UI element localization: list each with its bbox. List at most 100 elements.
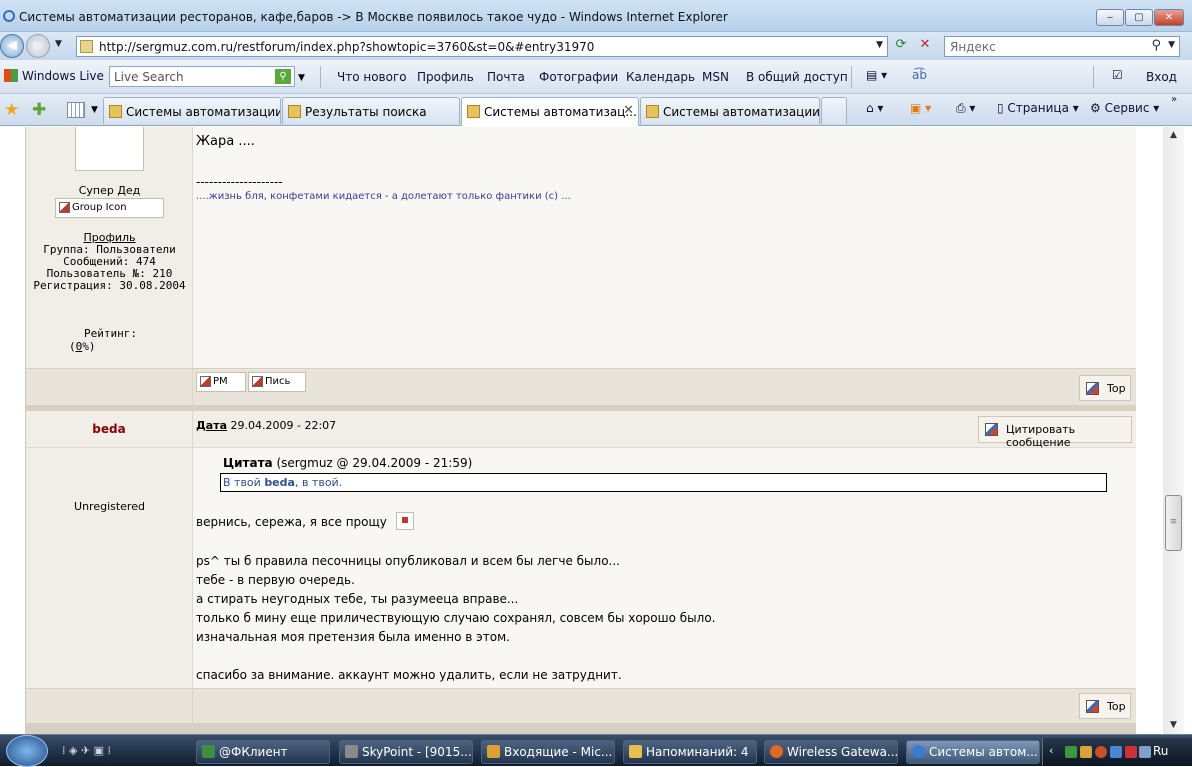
maximize-button[interactable]: ▢: [1125, 9, 1153, 26]
address-bar[interactable]: http://sergmuz.com.ru/restforum/index.ph…: [76, 36, 888, 57]
windows-live-link[interactable]: Windows Live: [4, 69, 104, 83]
top-button[interactable]: Top: [1079, 693, 1131, 719]
scroll-up-icon[interactable]: ▲: [1163, 127, 1184, 144]
toolbar-divider: [320, 66, 321, 88]
vertical-scrollbar[interactable]: ▲ ≡ ▼: [1163, 127, 1184, 734]
forward-button[interactable]: ▶: [26, 34, 50, 58]
taskbar-item-2[interactable]: SkyPoint - [9015...: [339, 740, 473, 764]
language-indicator[interactable]: Ru: [1153, 744, 1168, 758]
live-search-go-icon[interactable]: ⚲: [275, 69, 291, 84]
toolbar-link-share[interactable]: В общий доступ: [746, 70, 848, 84]
toolbar-link-calendar[interactable]: Календарь: [626, 70, 695, 84]
close-window-button[interactable]: ✕: [1154, 9, 1184, 26]
firefox-icon: [770, 745, 783, 758]
tray-expand-icon[interactable]: ‹: [1049, 744, 1053, 757]
page-menu[interactable]: ▯ Страница ▾: [997, 101, 1079, 115]
page-favicon-icon: [80, 40, 93, 53]
tray-app-icon[interactable]: [1125, 746, 1137, 758]
taskbar-item-label: @ФКлиент: [219, 745, 288, 759]
signature-divider: --------------------: [196, 175, 283, 189]
post2-author[interactable]: beda: [26, 411, 193, 447]
toolbar-link-profile[interactable]: Профиль: [417, 70, 474, 84]
taskbar-item-3[interactable]: Входящие - Mic...: [481, 740, 615, 764]
windows-taskbar: ⁞ ◈ ✈ ▣ ⁞ @ФКлиент SkyPoint - [9015... В…: [0, 734, 1192, 767]
search-icon[interactable]: ⚲: [1151, 38, 1161, 53]
search-placeholder: Яндекс: [950, 40, 996, 54]
volume-icon[interactable]: [1139, 746, 1151, 758]
quick-launch-icons[interactable]: ⁞ ◈ ✈ ▣ ⁞: [62, 744, 111, 757]
quote-post-button[interactable]: Цитировать сообщение: [978, 416, 1132, 449]
toolbar-link-msn[interactable]: MSN: [702, 70, 729, 84]
page-menu-label: Страница: [1007, 101, 1069, 115]
history-dropdown-icon[interactable]: ▼: [55, 39, 62, 49]
pm-button[interactable]: PM: [196, 372, 246, 392]
address-dropdown-icon[interactable]: ▼: [876, 40, 883, 50]
print-icon[interactable]: ⎙ ▾: [956, 101, 975, 116]
post2-body: Цитата (sergmuz @ 29.04.2009 - 21:59) В …: [193, 448, 1136, 688]
footer-left-cell: [26, 369, 193, 405]
translate-icon[interactable]: a͡b: [912, 68, 927, 82]
toolbar-link-mail[interactable]: Почта: [487, 70, 525, 84]
close-tab-icon[interactable]: ✕: [623, 103, 634, 118]
toolbar-options-icon[interactable]: ▤ ▾: [866, 68, 887, 82]
tab-label: Результаты поиска: [305, 105, 427, 119]
new-tab-button[interactable]: [821, 97, 847, 124]
post2-line-2: ps^ ты б правила песочницы опубликовал и…: [196, 554, 620, 568]
stop-icon[interactable]: ✕: [916, 37, 934, 55]
tray-app-icon[interactable]: [1080, 746, 1092, 758]
feeds-icon[interactable]: ▣ ▾: [910, 101, 931, 115]
email-button[interactable]: Пись: [248, 372, 306, 392]
favorites-star-icon[interactable]: ★: [4, 100, 19, 120]
tab-1[interactable]: Системы автоматизации ...: [103, 97, 281, 124]
window-title: Системы автоматизации ресторанов, кафе,б…: [19, 10, 728, 24]
search-input[interactable]: Яндекс ⚲ ▼: [944, 36, 1180, 57]
taskbar-item-label: SkyPoint - [9015...: [362, 745, 472, 759]
tab-list-dropdown-icon[interactable]: ▼: [91, 105, 98, 115]
address-url[interactable]: http://sergmuz.com.ru/restforum/index.ph…: [99, 40, 594, 54]
top-button[interactable]: Top: [1079, 375, 1131, 401]
signin-link[interactable]: Вход: [1146, 70, 1177, 84]
home-icon[interactable]: ⌂ ▾: [866, 101, 883, 115]
add-favorites-icon[interactable]: ✚: [32, 100, 46, 120]
post2-footer-bar: Top: [26, 688, 1136, 724]
date-link[interactable]: Дата: [196, 419, 227, 432]
back-button[interactable]: ◀: [0, 34, 24, 58]
quote-source: (sergmuz @ 29.04.2009 - 21:59): [276, 456, 473, 470]
start-button[interactable]: [6, 735, 48, 767]
tray-app-icon[interactable]: [1095, 746, 1107, 758]
tray-app-icon[interactable]: [1065, 746, 1077, 758]
signin-icon[interactable]: ☑: [1112, 68, 1123, 82]
bluetooth-icon[interactable]: [1110, 746, 1122, 758]
refresh-icon[interactable]: ⟳: [892, 37, 910, 55]
post2-date: Дата 29.04.2009 - 22:07: [196, 419, 336, 432]
taskbar-item-5[interactable]: Wireless Gatewa...: [764, 740, 898, 764]
search-dropdown-icon[interactable]: ▼: [1168, 40, 1175, 50]
taskbar-item-4[interactable]: Напоминаний: 4: [623, 740, 757, 764]
minimize-button[interactable]: ‒: [1096, 9, 1124, 26]
post2-line-4: а стирать неугодных тебе, ты разумееца в…: [196, 592, 519, 606]
quote-text-bold: beda: [264, 476, 295, 489]
email-button-alt: Пись: [265, 376, 291, 387]
post2-line-5: только б мину еще приличествующую случаю…: [196, 611, 716, 625]
toolbar-link-whats-new[interactable]: Что нового: [337, 70, 407, 84]
pm-button-alt: PM: [213, 376, 228, 387]
toolbar-link-photos[interactable]: Фотографии: [539, 70, 618, 84]
gear-icon: ⚙: [1090, 101, 1105, 115]
live-search-dropdown-icon[interactable]: ▼: [298, 73, 305, 83]
scroll-down-icon[interactable]: ▼: [1163, 717, 1184, 734]
taskbar-item-6-active[interactable]: Системы автом...: [906, 740, 1040, 764]
quote-header: Цитата (sergmuz @ 29.04.2009 - 21:59): [223, 456, 472, 470]
scrollbar-thumb[interactable]: ≡: [1165, 495, 1182, 551]
quick-tabs-icon[interactable]: [67, 102, 85, 118]
ie-icon: [912, 745, 925, 758]
tools-menu[interactable]: ⚙ Сервис ▾: [1090, 101, 1159, 115]
tab-favicon-icon: [109, 105, 122, 118]
tab-4[interactable]: Системы автоматизации ...: [640, 97, 820, 124]
quote-title: Цитата: [223, 456, 273, 470]
rating-label: Рейтинг:: [84, 327, 137, 340]
chevron-more-icon[interactable]: »: [1171, 94, 1177, 105]
taskbar-item-1[interactable]: @ФКлиент: [196, 740, 330, 764]
tab-2[interactable]: Результаты поиска: [282, 97, 460, 124]
tab-3-active[interactable]: Системы автоматизац... ✕: [461, 97, 639, 126]
live-search-input[interactable]: Live Search ⚲: [109, 66, 295, 87]
